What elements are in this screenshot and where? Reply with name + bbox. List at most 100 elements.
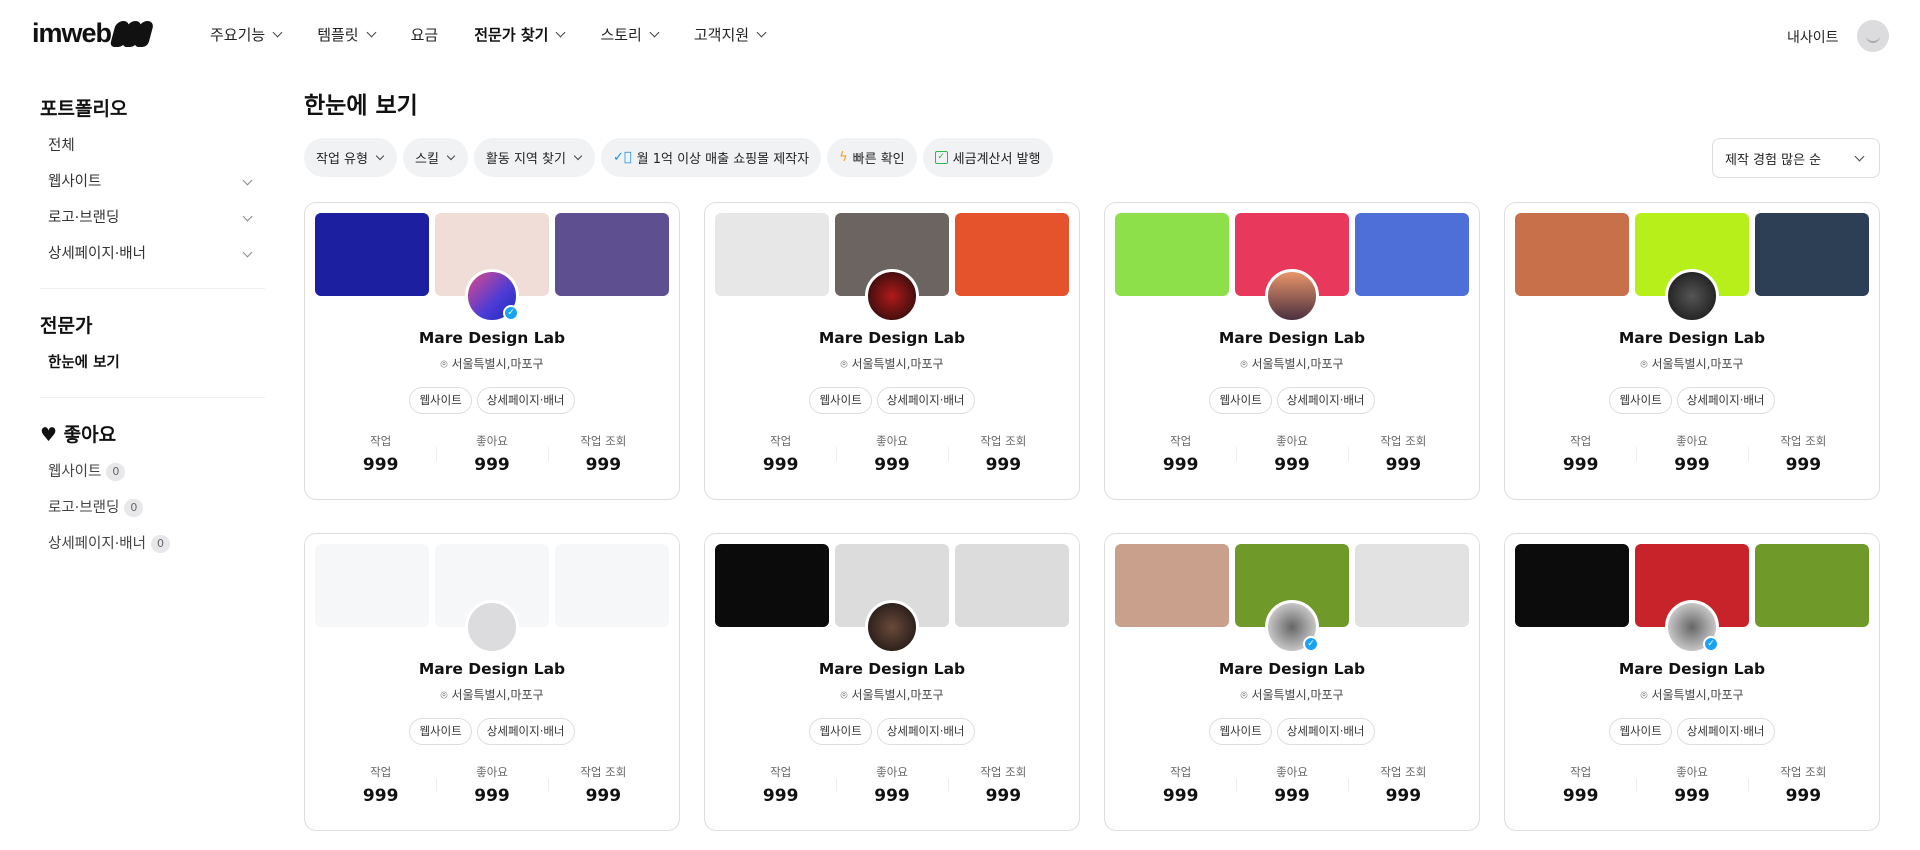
label: 제작 경험 많은 순 [1725,152,1822,168]
label: 작업 유형 [316,152,368,167]
expert-card[interactable]: Mare Design Lab ⌾ 서울특별시,마포구 웹사이트 상세페이지·배너… [1104,202,1480,500]
likes-heading: ♥ 좋아요 [40,416,265,454]
expert-card[interactable]: Mare Design Lab ⌾ 서울특별시,마포구 웹사이트 상세페이지·배너… [304,533,680,831]
chevron-down-icon [1854,151,1865,161]
chevron-down-icon [366,27,377,38]
nav-item[interactable]: 스토리 [600,24,660,45]
label: 템플릿 [317,26,359,44]
expert-stats: 작업 999 좋아요 999 작업 조회 999 [1125,764,1459,806]
label: 작업 [770,434,792,448]
stat-works: 작업 999 [1525,433,1636,475]
label: 좋아요 [1276,434,1308,448]
value: 999 [874,786,910,806]
value: 999 [1562,455,1599,475]
nav-item[interactable]: 전문가 찾기 [474,24,566,45]
expert-card[interactable]: Mare Design Lab ⌾ 서울특별시,마포구 웹사이트 상세페이지·배너… [1504,202,1880,500]
expert-card[interactable]: Mare Design Lab ⌾ 서울특별시,마포구 웹사이트 상세페이지·배너… [704,202,1080,500]
chevron-down-icon [242,247,253,257]
filter-skill[interactable]: 스킬 [402,138,468,177]
expert-card[interactable]: ✓ Mare Design Lab ⌾ 서울특별시,마포구 웹사이트 상세페이지·… [1104,533,1480,831]
nav-item[interactable]: 요금 [411,24,439,45]
sidebar-item-logo-branding[interactable]: 로고·브랜딩 [40,200,265,236]
nav-item[interactable]: 고객지원 [694,24,767,45]
sidebar: 포트폴리오 전체 웹사이트 로고·브랜딩 상세페이지·배너 전문가 한눈에 보기… [40,90,265,562]
imweb-logo[interactable]: imweb [32,18,155,49]
expert-avatar [865,269,919,323]
sidebar-item-website[interactable]: 웹사이트 [40,164,265,200]
expert-card[interactable]: Mare Design Lab ⌾ 서울특별시,마포구 웹사이트 상세페이지·배너… [704,533,1080,831]
value: 999 [362,455,399,475]
skill-tag: 상세페이지·배너 [476,718,575,745]
stat-likes: 좋아요 999 [436,433,547,475]
skill-tag: 웹사이트 [809,718,872,745]
chevron-down-icon [375,151,385,160]
label: 웹사이트 [48,174,102,190]
filter-bar: 작업 유형 스킬 활동 지역 찾기 ✓⃝ 월 1억 이상 매출 쇼핑몰 제작자 ϟ… [304,138,1053,177]
expert-location: ⌾ 서울특별시,마포구 [1105,686,1479,703]
nav-item[interactable]: 템플릿 [317,24,377,45]
label: 세금계산서 발행 [952,152,1041,167]
sidebar-item-detail-banner[interactable]: 상세페이지·배너 [40,236,265,272]
likes-item-website[interactable]: 웹사이트 0 [40,454,265,490]
label: 작업 조회 [1780,765,1827,779]
skill-tag: 상세페이지·배너 [1276,387,1375,414]
value: 999 [1674,455,1710,475]
portfolio-thumbnail [715,544,829,627]
portfolio-thumbnail [715,213,829,296]
stat-works: 작업 999 [1125,764,1236,806]
stat-likes: 좋아요 999 [1236,433,1347,475]
top-nav: imweb 주요기능 템플릿 요금 전문가 찾기 스토리 고객지원 내사이트 [0,0,1920,72]
stat-works: 작업 999 [725,764,836,806]
my-site-link[interactable]: 내사이트 [1787,27,1839,47]
filter-region[interactable]: 활동 지역 찾기 [473,138,595,177]
label: 좋아요 [1676,765,1708,779]
page-title: 한눈에 보기 [304,93,418,119]
label: 활동 지역 찾기 [485,152,566,167]
expert-heading: 전문가 [40,315,93,337]
label: 작업 조회 [580,765,627,779]
sort-select[interactable]: 제작 경험 많은 순 [1712,138,1880,178]
sidebar-item-all[interactable]: 전체 [40,128,265,164]
value: 999 [1385,455,1422,475]
skill-tags: 웹사이트 상세페이지·배너 [705,718,1079,745]
skill-tag: 웹사이트 [1209,718,1272,745]
label: 작업 조회 [980,765,1027,779]
stat-views: 작업 조회 999 [1347,433,1459,475]
label: 작업 조회 [1780,434,1827,448]
label: 주요기능 [210,26,266,44]
expert-avatar [1665,269,1719,323]
filter-quick-response[interactable]: ϟ 빠른 확인 [827,138,917,177]
label: 작업 [1570,434,1592,448]
stat-views: 작업 조회 999 [1347,764,1459,806]
portfolio-thumbnail [1755,213,1869,296]
chevron-down-icon [242,175,253,185]
filter-work-type[interactable]: 작업 유형 [304,138,397,177]
nav-item[interactable]: 주요기능 [210,24,283,45]
label: 상세페이지·배너 [48,536,146,552]
sidebar-item-overview[interactable]: 한눈에 보기 [40,345,265,381]
label: 로고·브랜딩 [48,500,120,516]
expert-avatar [1265,269,1319,323]
value: 999 [762,786,799,806]
stat-likes: 좋아요 999 [836,764,947,806]
filter-tax-invoice[interactable]: ✓ 세금계산서 발행 [922,138,1053,177]
lightning-icon: ϟ [839,150,848,165]
label: 좋아요 [876,765,908,779]
chevron-down-icon [649,27,660,38]
divider [40,397,265,398]
likes-item-logo-branding[interactable]: 로고·브랜딩 0 [40,490,265,526]
filter-high-revenue[interactable]: ✓⃝ 월 1억 이상 매출 쇼핑몰 제작자 [600,138,822,177]
verified-badge-icon: ✓ [1303,636,1319,652]
value: 999 [1385,786,1422,806]
expert-card[interactable]: ✓ Mare Design Lab ⌾ 서울특별시,마포구 웹사이트 상세페이지·… [304,202,680,500]
label: 서울특별시,마포구 [1251,357,1344,371]
user-avatar[interactable] [1857,20,1889,52]
skill-tag: 웹사이트 [409,718,472,745]
value: 999 [1162,455,1199,475]
expert-card[interactable]: ✓ Mare Design Lab ⌾ 서울특별시,마포구 웹사이트 상세페이지·… [1504,533,1880,831]
skill-tags: 웹사이트 상세페이지·배너 [1105,718,1479,745]
skill-tag: 상세페이지·배너 [876,718,975,745]
likes-item-detail-banner[interactable]: 상세페이지·배너 0 [40,526,265,562]
expert-stats: 작업 999 좋아요 999 작업 조회 999 [1525,764,1859,806]
label: 좋아요 [476,434,508,448]
